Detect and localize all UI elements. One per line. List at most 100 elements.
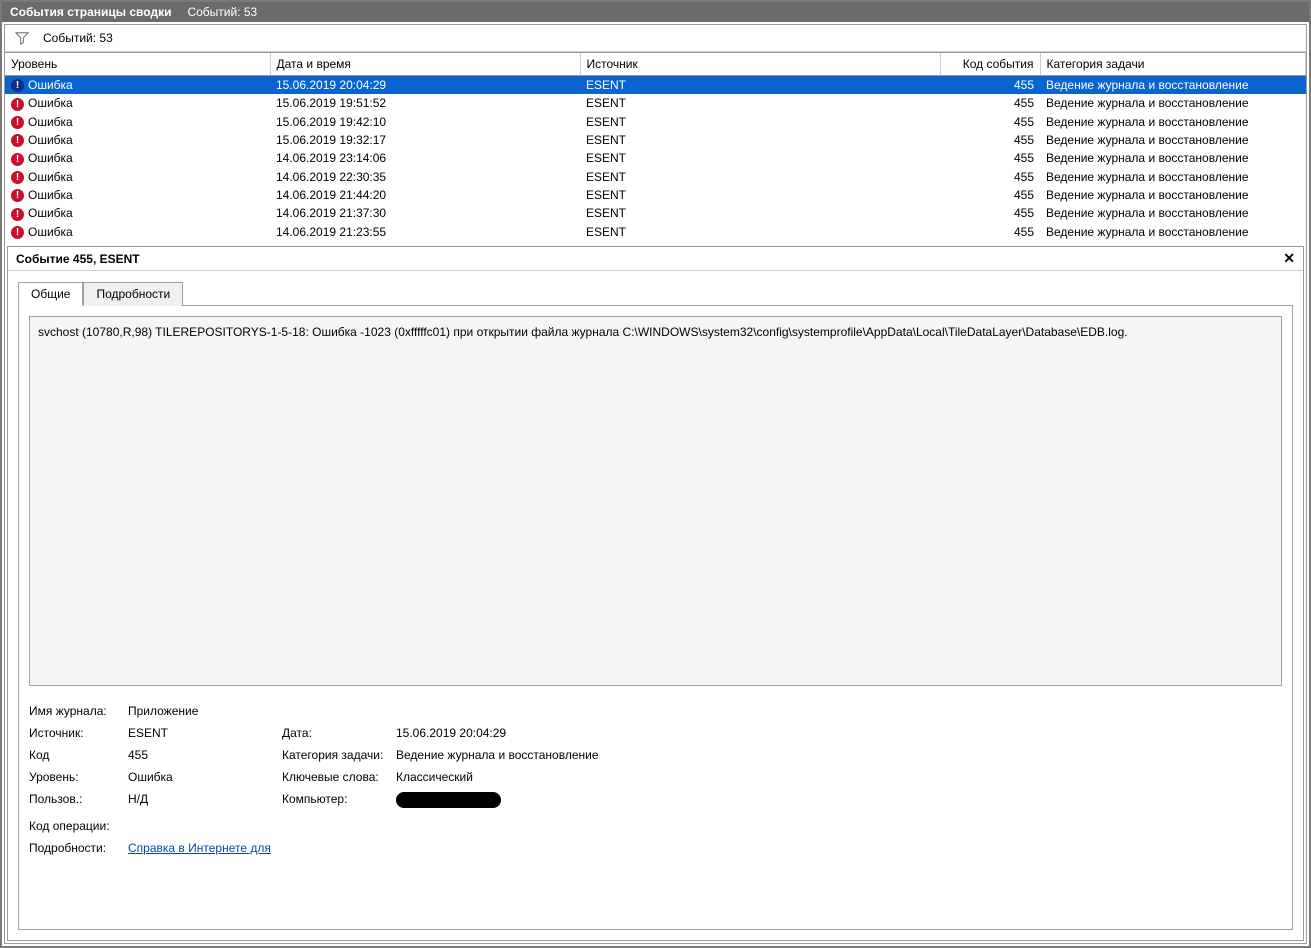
- table-row[interactable]: ! Ошибка 14.06.2019 23:14:06ESENT455Ведени…: [5, 149, 1306, 167]
- close-icon[interactable]: ✕: [1283, 250, 1295, 267]
- cell-source: ESENT: [580, 76, 940, 95]
- cell-event-id: 455: [940, 76, 1040, 95]
- cell-source: ESENT: [580, 186, 940, 204]
- cell-level: ! Ошибка: [5, 223, 270, 241]
- cell-task: Ведение журнала и восстановление: [1040, 204, 1306, 222]
- col-source[interactable]: Источник: [580, 53, 940, 76]
- cell-level-text: Ошибка: [28, 115, 73, 129]
- table-row[interactable]: !Ошибка15.06.2019 19:32:17ESENT455Ведени…: [5, 131, 1306, 149]
- content-area: Событий: 53 Уровень Дата и время Источни…: [4, 24, 1307, 944]
- cell-level: !Ошибка: [5, 113, 270, 131]
- cell-level: ! Ошибка: [5, 149, 270, 167]
- cell-source: ESENT: [580, 223, 940, 241]
- table-row[interactable]: !Ошибка15.06.2019 20:04:29ESENT455Ведени…: [5, 76, 1306, 95]
- cell-level: ! Ошибка: [5, 94, 270, 112]
- cell-event-id: 455: [940, 204, 1040, 222]
- event-table: Уровень Дата и время Источник Код событи…: [5, 53, 1306, 241]
- col-datetime[interactable]: Дата и время: [270, 53, 580, 76]
- cell-level-text: Ошибка: [28, 225, 73, 239]
- meta-opcode-value: [128, 819, 796, 833]
- meta-computer-value: [396, 792, 796, 811]
- cell-event-id: 455: [940, 168, 1040, 186]
- cell-event-id: 455: [940, 113, 1040, 131]
- meta-opcode-label: Код операции:: [29, 819, 124, 833]
- meta-id-label: Код: [29, 748, 124, 762]
- meta-task-value: Ведение журнала и восстановление: [396, 748, 796, 762]
- error-icon: !: [11, 153, 24, 166]
- cell-level: !Ошибка: [5, 204, 270, 222]
- cell-datetime: 14.06.2019 23:14:06: [270, 149, 580, 167]
- cell-level-text: Ошибка: [28, 151, 73, 165]
- meta-moreinfo-value: Справка в Интернете для: [128, 841, 796, 855]
- cell-event-id: 455: [940, 186, 1040, 204]
- detail-title: Событие 455, ESENT: [16, 252, 140, 266]
- cell-level: !Ошибка: [5, 76, 270, 95]
- detail-header: Событие 455, ESENT ✕: [8, 247, 1303, 271]
- cell-source: ESENT: [580, 168, 940, 186]
- cell-datetime: 15.06.2019 19:42:10: [270, 113, 580, 131]
- cell-task: Ведение журнала и восстановление: [1040, 149, 1306, 167]
- cell-level-text: Ошибка: [28, 170, 73, 184]
- meta-user-label: Пользов.:: [29, 792, 124, 811]
- meta-source-label: Источник:: [29, 726, 124, 740]
- cell-task: Ведение журнала и восстановление: [1040, 223, 1306, 241]
- detail-panel: Событие 455, ESENT ✕ Общие Подробности s…: [7, 246, 1304, 941]
- filter-icon[interactable]: [15, 31, 29, 45]
- event-metadata: Имя журнала: Приложение Источник: ESENT …: [29, 704, 1282, 855]
- cell-event-id: 455: [940, 131, 1040, 149]
- meta-keywords-value: Классический: [396, 770, 796, 784]
- table-row[interactable]: !Ошибка14.06.2019 22:30:35ESENT455Ведени…: [5, 168, 1306, 186]
- error-icon: !: [11, 79, 24, 92]
- cell-datetime: 14.06.2019 21:44:20: [270, 186, 580, 204]
- meta-date-value: 15.06.2019 20:04:29: [396, 726, 796, 740]
- meta-id-value: 455: [128, 748, 278, 762]
- col-event-id[interactable]: Код события: [940, 53, 1040, 76]
- tab-general-body: svchost (10780,R,98) TILEREPOSITORYS-1-5…: [18, 305, 1293, 930]
- cell-event-id: 455: [940, 149, 1040, 167]
- table-row[interactable]: ! Ошибка 15.06.2019 19:51:52ESENT455Ведени…: [5, 94, 1306, 112]
- cell-task: Ведение журнала и восстановление: [1040, 94, 1306, 112]
- cell-event-id: 455: [940, 94, 1040, 112]
- error-icon: !: [11, 189, 24, 202]
- cell-source: ESENT: [580, 149, 940, 167]
- cell-datetime: 15.06.2019 20:04:29: [270, 76, 580, 95]
- error-icon: !: [11, 226, 24, 239]
- filter-count-label: Событий: 53: [43, 31, 113, 45]
- window-title: События страницы сводки: [10, 5, 171, 19]
- titlebar: События страницы сводки Событий: 53: [2, 2, 1309, 22]
- tab-general[interactable]: Общие: [18, 282, 83, 306]
- table-row[interactable]: !Ошибка14.06.2019 21:37:30ESENT455Ведени…: [5, 204, 1306, 222]
- meta-computer-label: Компьютер:: [282, 792, 392, 811]
- col-level[interactable]: Уровень: [5, 53, 270, 76]
- col-task[interactable]: Категория задачи: [1040, 53, 1306, 76]
- meta-user-value: Н/Д: [128, 792, 278, 811]
- cell-level: !Ошибка: [5, 186, 270, 204]
- online-help-link[interactable]: Справка в Интернете для: [128, 841, 271, 855]
- error-icon: !: [11, 171, 24, 184]
- cell-task: Ведение журнала и восстановление: [1040, 76, 1306, 95]
- cell-datetime: 15.06.2019 19:51:52: [270, 94, 580, 112]
- cell-source: ESENT: [580, 94, 940, 112]
- error-icon: !: [11, 208, 24, 221]
- table-row[interactable]: !Ошибка15.06.2019 19:42:10ESENT455Ведени…: [5, 113, 1306, 131]
- event-table-scroll[interactable]: Уровень Дата и время Источник Код событи…: [5, 52, 1306, 244]
- cell-event-id: 455: [940, 223, 1040, 241]
- cell-level-text: Ошибка: [28, 133, 73, 147]
- meta-date-label: Дата:: [282, 726, 392, 740]
- window-event-count: Событий: 53: [187, 5, 257, 19]
- table-row[interactable]: !Ошибка14.06.2019 21:23:55ESENT455Ведени…: [5, 223, 1306, 241]
- meta-keywords-label: Ключевые слова:: [282, 770, 392, 784]
- table-row[interactable]: !Ошибка14.06.2019 21:44:20ESENT455Ведени…: [5, 186, 1306, 204]
- error-icon: !: [11, 98, 24, 111]
- event-description[interactable]: svchost (10780,R,98) TILEREPOSITORYS-1-5…: [29, 316, 1282, 686]
- redacted-computer-name: [396, 792, 501, 808]
- tab-details[interactable]: Подробности: [83, 282, 183, 306]
- cell-datetime: 14.06.2019 22:30:35: [270, 168, 580, 186]
- filter-bar: Событий: 53: [5, 25, 1306, 52]
- cell-source: ESENT: [580, 113, 940, 131]
- meta-task-label: Категория задачи:: [282, 748, 392, 762]
- error-icon: !: [11, 134, 24, 147]
- cell-level-text: Ошибка: [28, 96, 73, 110]
- cell-task: Ведение журнала и восстановление: [1040, 131, 1306, 149]
- meta-moreinfo-label: Подробности:: [29, 841, 124, 855]
